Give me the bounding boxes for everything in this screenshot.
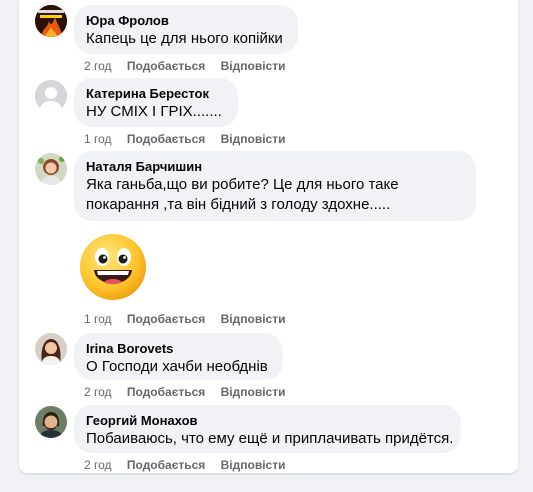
comment-actions: 2 год Подобається Відповісти bbox=[84, 385, 297, 399]
comment-author[interactable]: Георгий Монахов bbox=[86, 413, 449, 429]
grinning-face-icon bbox=[80, 234, 146, 300]
reply-link[interactable]: Відповісти bbox=[221, 132, 286, 146]
like-link[interactable]: Подобається bbox=[127, 59, 205, 73]
avatar-image bbox=[35, 333, 67, 365]
avatar-image bbox=[35, 5, 67, 37]
comment-text: О Господи хачби необднів bbox=[86, 358, 268, 375]
avatar[interactable] bbox=[35, 80, 67, 112]
avatar-image bbox=[35, 153, 67, 185]
comment-time[interactable]: 1 год bbox=[84, 132, 112, 146]
comment-text: НУ СМІХ І ГРІХ....... bbox=[86, 103, 222, 120]
comment-actions: 2 год Подобається Відповісти bbox=[84, 59, 297, 73]
comment-text: Яка ганьба,що ви робите? Це для нього та… bbox=[86, 176, 399, 193]
comments-panel: Юра Фролов Капець це для нього копійки 2… bbox=[19, 0, 518, 473]
comment-actions: 2 год Подобається Відповісти bbox=[84, 458, 297, 472]
reply-link[interactable]: Відповісти bbox=[221, 385, 286, 399]
comment-bubble: Георгий Монахов Побаиваюсь, что ему ещё … bbox=[74, 405, 461, 453]
comment-author[interactable]: Юра Фролов bbox=[86, 13, 286, 29]
comment-bubble: Катерина Бересток НУ СМІХ І ГРІХ....... bbox=[74, 78, 238, 127]
comment-actions: 1 год Подобається Відповісти bbox=[84, 312, 297, 326]
comment-author[interactable]: Irina Borovets bbox=[86, 341, 271, 357]
avatar-image bbox=[35, 406, 67, 438]
default-avatar-icon bbox=[35, 80, 67, 112]
grinning-face-sticker bbox=[77, 230, 149, 302]
comment-time[interactable]: 1 год bbox=[84, 312, 112, 326]
like-link[interactable]: Подобається bbox=[127, 385, 205, 399]
comment-time[interactable]: 2 год bbox=[84, 458, 112, 472]
comment-time[interactable]: 2 год bbox=[84, 59, 112, 73]
comment-bubble: Юра Фролов Капець це для нього копійки bbox=[74, 5, 298, 54]
comment-text: Побаиваюсь, что ему ещё и приплачивать п… bbox=[86, 430, 454, 447]
avatar[interactable] bbox=[35, 5, 67, 37]
comment-author[interactable]: Наталя Барчишин bbox=[86, 159, 464, 175]
like-link[interactable]: Подобається bbox=[127, 312, 205, 326]
avatar[interactable] bbox=[35, 333, 67, 365]
comment-actions: 1 год Подобається Відповісти bbox=[84, 132, 297, 146]
avatar[interactable] bbox=[35, 406, 67, 438]
comment-bubble: Irina Borovets О Господи хачби необднів bbox=[74, 333, 283, 380]
like-link[interactable]: Подобається bbox=[127, 458, 205, 472]
comment-text-line-2: покарання ,та він бідний з голоду здохне… bbox=[86, 196, 391, 213]
comment-text: Капець це для нього копійки bbox=[86, 30, 283, 47]
like-link[interactable]: Подобається bbox=[127, 132, 205, 146]
comment-time[interactable]: 2 год bbox=[84, 385, 112, 399]
avatar[interactable] bbox=[35, 153, 67, 185]
comment-author[interactable]: Катерина Бересток bbox=[86, 86, 226, 102]
reply-link[interactable]: Відповісти bbox=[221, 312, 286, 326]
comment-bubble: Наталя Барчишин Яка ганьба,що ви робите?… bbox=[74, 151, 476, 221]
reply-link[interactable]: Відповісти bbox=[221, 458, 286, 472]
reply-link[interactable]: Відповісти bbox=[221, 59, 286, 73]
